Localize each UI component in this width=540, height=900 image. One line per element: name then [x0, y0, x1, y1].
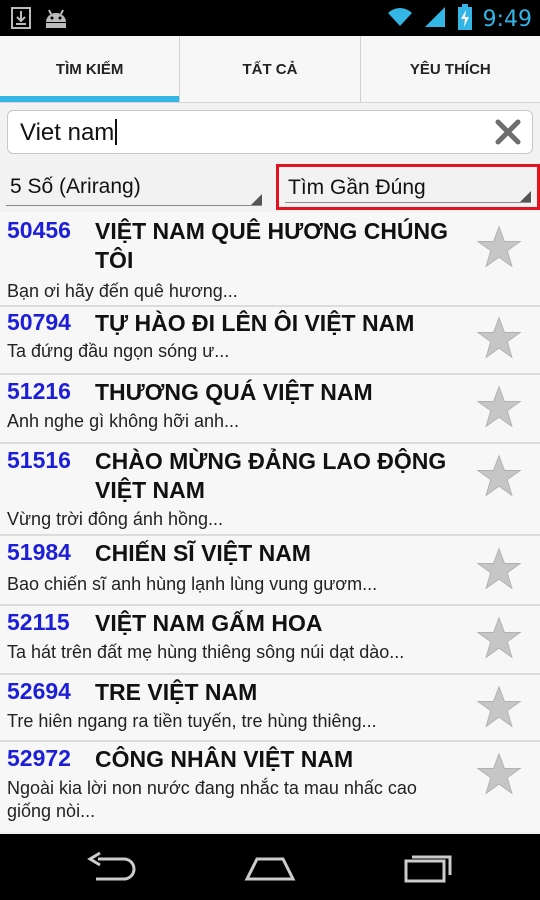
song-lyric: Ngoài kia lời non nước đang nhắc ta mau …	[7, 778, 417, 821]
star-icon[interactable]	[476, 751, 522, 797]
clear-x-icon[interactable]	[494, 118, 522, 146]
tab-all[interactable]: TẤT CẢ	[180, 36, 361, 102]
song-title: CÔNG NHÂN VIỆT NAM	[95, 746, 354, 772]
text-cursor	[115, 119, 118, 145]
song-lyric: Anh nghe gì không hỡi anh...	[7, 411, 239, 431]
dropdown-triangle-icon	[251, 194, 262, 205]
song-row[interactable]: 52972 CÔNG NHÂN VIỆT NAM Ngoài kia lời n…	[0, 742, 540, 832]
song-title: CHÀO MỪNG ĐẢNG LAO ĐỘNG VIỆT NAM	[95, 448, 447, 503]
song-code: 52115	[7, 609, 70, 635]
search-box[interactable]: Viet nam	[7, 110, 533, 154]
star-icon[interactable]	[476, 384, 522, 430]
song-code: 51516	[7, 447, 71, 473]
download-icon	[10, 6, 32, 35]
status-bar: 9:49	[0, 0, 540, 36]
tab-favorites[interactable]: YÊU THÍCH	[361, 36, 540, 102]
song-row[interactable]: 52694 TRE VIỆT NAM Tre hiên ngang ra tiề…	[0, 675, 540, 742]
song-title: THƯƠNG QUÁ VIỆT NAM	[95, 379, 373, 405]
song-title: TRE VIỆT NAM	[95, 679, 258, 705]
battery-charging-icon	[457, 4, 473, 35]
song-code: 50456	[7, 217, 71, 243]
song-lyric: Ta đứng đầu ngọn sóng ư...	[7, 341, 230, 361]
star-icon[interactable]	[476, 224, 522, 270]
recent-apps-icon[interactable]	[402, 851, 456, 883]
spinner-underline	[285, 202, 531, 203]
song-code: 52694	[7, 678, 71, 704]
song-row[interactable]: 50794 TỰ HÀO ĐI LÊN ÔI VIỆT NAM Ta đứng …	[0, 307, 540, 375]
song-title: VIỆT NAM QUÊ HƯƠNG CHÚNG TÔI	[95, 218, 449, 273]
dropdown-triangle-icon	[520, 191, 531, 202]
star-icon[interactable]	[476, 684, 522, 730]
signal-icon	[423, 5, 447, 34]
navigation-bar	[0, 834, 540, 900]
song-lyric: Ta hát trên đất mẹ hùng thiêng sông núi …	[7, 642, 405, 662]
song-lyric: Bao chiến sĩ anh hùng lạnh lùng vung gươ…	[7, 574, 378, 594]
song-title: TỰ HÀO ĐI LÊN ÔI VIỆT NAM	[95, 310, 415, 336]
song-lyric: Bạn ơi hãy đến quê hương...	[7, 281, 238, 301]
category-spinner[interactable]: 5 Số (Arirang)	[0, 164, 268, 210]
spinner-underline	[6, 205, 262, 206]
star-icon[interactable]	[476, 615, 522, 661]
star-icon[interactable]	[476, 546, 522, 592]
category-spinner-label: 5 Số (Arirang)	[10, 175, 141, 198]
song-lyric: Tre hiên ngang ra tiền tuyến, tre hùng t…	[7, 711, 377, 731]
song-code: 51216	[7, 378, 71, 404]
status-time: 9:49	[482, 7, 532, 32]
song-row[interactable]: 51516 CHÀO MỪNG ĐẢNG LAO ĐỘNG VIỆT NAM V…	[0, 444, 540, 536]
search-input[interactable]: Viet nam	[20, 119, 114, 146]
home-icon[interactable]	[243, 851, 297, 883]
song-code: 51984	[7, 539, 71, 565]
song-title: CHIẾN SĨ VIỆT NAM	[95, 540, 311, 566]
tab-search[interactable]: TÌM KIẾM	[0, 36, 181, 102]
star-icon[interactable]	[476, 315, 522, 361]
tab-bar: TÌM KIẾM TẤT CẢ YÊU THÍCH	[0, 36, 540, 103]
song-lyric: Vừng trời đông ánh hồng...	[7, 509, 223, 529]
wifi-icon	[387, 6, 413, 33]
song-list: 50456 VIỆT NAM QUÊ HƯƠNG CHÚNG TÔI Bạn ơ…	[0, 212, 540, 832]
search-input-wrap[interactable]: Viet nam	[20, 119, 118, 147]
song-code: 50794	[7, 309, 71, 335]
song-row[interactable]: 51984 CHIẾN SĨ VIỆT NAM Bao chiến sĩ anh…	[0, 536, 540, 606]
back-icon[interactable]	[84, 851, 138, 883]
match-mode-spinner[interactable]: Tìm Gần Đúng	[276, 164, 540, 210]
song-row[interactable]: 50456 VIỆT NAM QUÊ HƯƠNG CHÚNG TÔI Bạn ơ…	[0, 212, 540, 307]
match-mode-spinner-label: Tìm Gần Đúng	[288, 176, 426, 199]
song-row[interactable]: 51216 THƯƠNG QUÁ VIỆT NAM Anh nghe gì kh…	[0, 375, 540, 444]
song-row[interactable]: 52115 VIỆT NAM GẤM HOA Ta hát trên đất m…	[0, 606, 540, 675]
song-title: VIỆT NAM GẤM HOA	[95, 610, 323, 636]
android-icon	[42, 6, 70, 35]
star-icon[interactable]	[476, 453, 522, 499]
song-code: 52972	[7, 745, 71, 771]
